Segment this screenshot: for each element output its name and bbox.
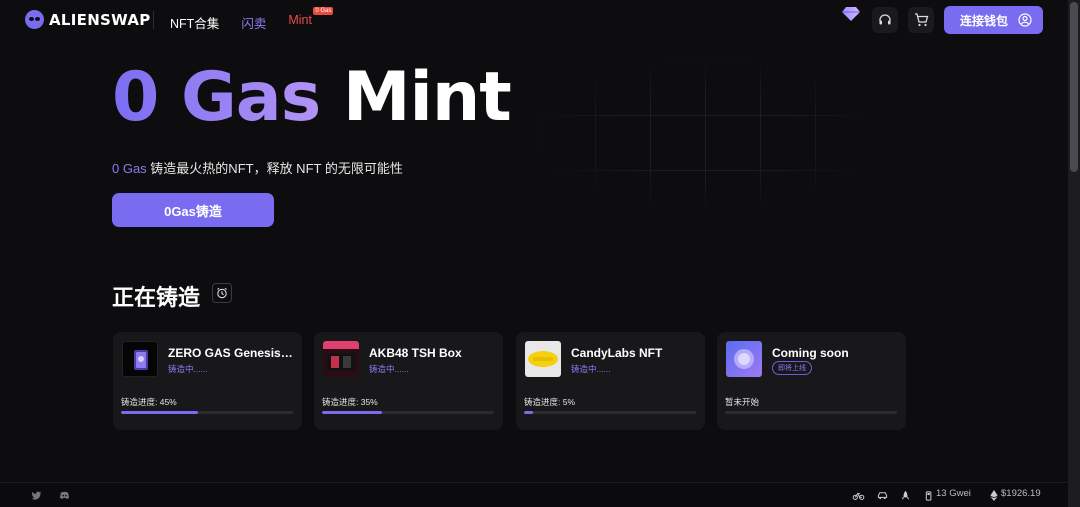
card-name: ZERO GAS Genesis B... [168, 346, 294, 360]
progress-fill [524, 411, 533, 414]
progress-label: 暂未开始 [725, 397, 760, 407]
twitter-icon[interactable] [31, 490, 42, 501]
candy-logo-icon [528, 351, 558, 367]
coming-soon-pill: 即将上线 [772, 361, 812, 375]
card-name: Coming soon [772, 346, 849, 360]
section-title-minting: 正在铸造 [112, 285, 201, 310]
nft-box-image-icon [323, 341, 359, 371]
zero-gas-badge: 0 Gas [313, 7, 334, 15]
main-nav: NFT合集 闪卖 Mint 0 Gas [170, 7, 334, 32]
progress-bar [121, 411, 293, 414]
nav-item-flash-sale[interactable]: 闪卖 [241, 13, 266, 32]
card-thumbnail [323, 341, 359, 377]
cart-button[interactable] [908, 7, 934, 33]
card-status: 铸造中...... [168, 364, 208, 374]
logo[interactable]: ALIENSWAP [25, 10, 151, 29]
hero-subtitle-text: 铸造最火热的NFT，释放 NFT 的无限可能性 [146, 161, 403, 176]
progress-bar [725, 411, 897, 414]
bike-icon [852, 492, 865, 500]
diamond-icon[interactable] [842, 7, 860, 21]
progress-label: 铸造进度: 35% [322, 397, 378, 407]
hero-subtitle-accent: 0 Gas [112, 161, 147, 176]
decorative-grid [540, 60, 870, 210]
rocket-icon [901, 490, 910, 500]
eth-price: $1926.19 [1001, 488, 1041, 499]
nav-item-mint-label: Mint [288, 13, 312, 27]
progress-bar [322, 411, 494, 414]
alarm-clock-icon [217, 287, 227, 299]
ethereum-icon [990, 490, 998, 501]
gas-pump-icon [925, 491, 932, 501]
connect-wallet-label: 连接钱包 [960, 13, 1009, 28]
progress-label: 铸造进度: 45% [121, 397, 177, 407]
card-status: 铸造中...... [369, 364, 409, 374]
zero-gas-mint-button[interactable]: 0Gas铸造 [112, 193, 274, 227]
nav-item-mint[interactable]: Mint 0 Gas [288, 7, 334, 32]
card-thumbnail [122, 341, 158, 377]
progress-fill [121, 411, 199, 414]
connect-wallet-button[interactable]: 连接钱包 [944, 6, 1043, 34]
hero-title-plain: Mint [342, 58, 512, 137]
car-icon [877, 492, 888, 500]
mint-card[interactable]: Coming soon 即将上线 暂未开始 [717, 332, 906, 430]
card-name: AKB48 TSH Box [369, 346, 462, 360]
card-thumbnail [525, 341, 561, 377]
progress-bar [524, 411, 696, 414]
hero-title-accent: 0 Gas [112, 58, 321, 137]
nft-image-icon [134, 350, 148, 370]
card-name: CandyLabs NFT [571, 346, 663, 360]
card-status: 铸造中...... [571, 364, 611, 374]
scrollbar-thumb[interactable] [1070, 2, 1078, 172]
hero-subtitle: 0 Gas 铸造最火热的NFT，释放 NFT 的无限可能性 [112, 158, 403, 177]
mint-card[interactable]: AKB48 TSH Box 铸造中...... 铸造进度: 35% [314, 332, 503, 430]
page-scrollbar[interactable] [1068, 0, 1080, 507]
headset-icon [879, 14, 891, 25]
progress-label: 铸造进度: 5% [524, 397, 576, 407]
mint-card[interactable]: CandyLabs NFT 铸造中...... 铸造进度: 5% [516, 332, 705, 430]
nav-divider [153, 11, 154, 29]
hero-title: 0 Gas Mint [112, 58, 512, 138]
discord-icon[interactable] [59, 490, 70, 501]
top-nav-bar: ALIENSWAP NFT合集 闪卖 Mint 0 Gas 连接钱包 [0, 0, 1068, 40]
gas-price: 13 Gwei [936, 488, 971, 499]
nav-item-nft-collection[interactable]: NFT合集 [170, 13, 219, 32]
card-thumbnail [726, 341, 762, 377]
progress-fill [322, 411, 383, 414]
alien-logo-icon [25, 10, 44, 29]
placeholder-blob-icon [734, 349, 754, 369]
logo-text: ALIENSWAP [49, 10, 151, 29]
cart-icon [914, 13, 928, 27]
support-button[interactable] [872, 7, 898, 33]
clock-button[interactable] [212, 283, 232, 303]
user-icon [1018, 13, 1032, 27]
footer-bar [0, 482, 1068, 507]
mint-card[interactable]: ZERO GAS Genesis B... 铸造中...... 铸造进度: 45… [113, 332, 302, 430]
